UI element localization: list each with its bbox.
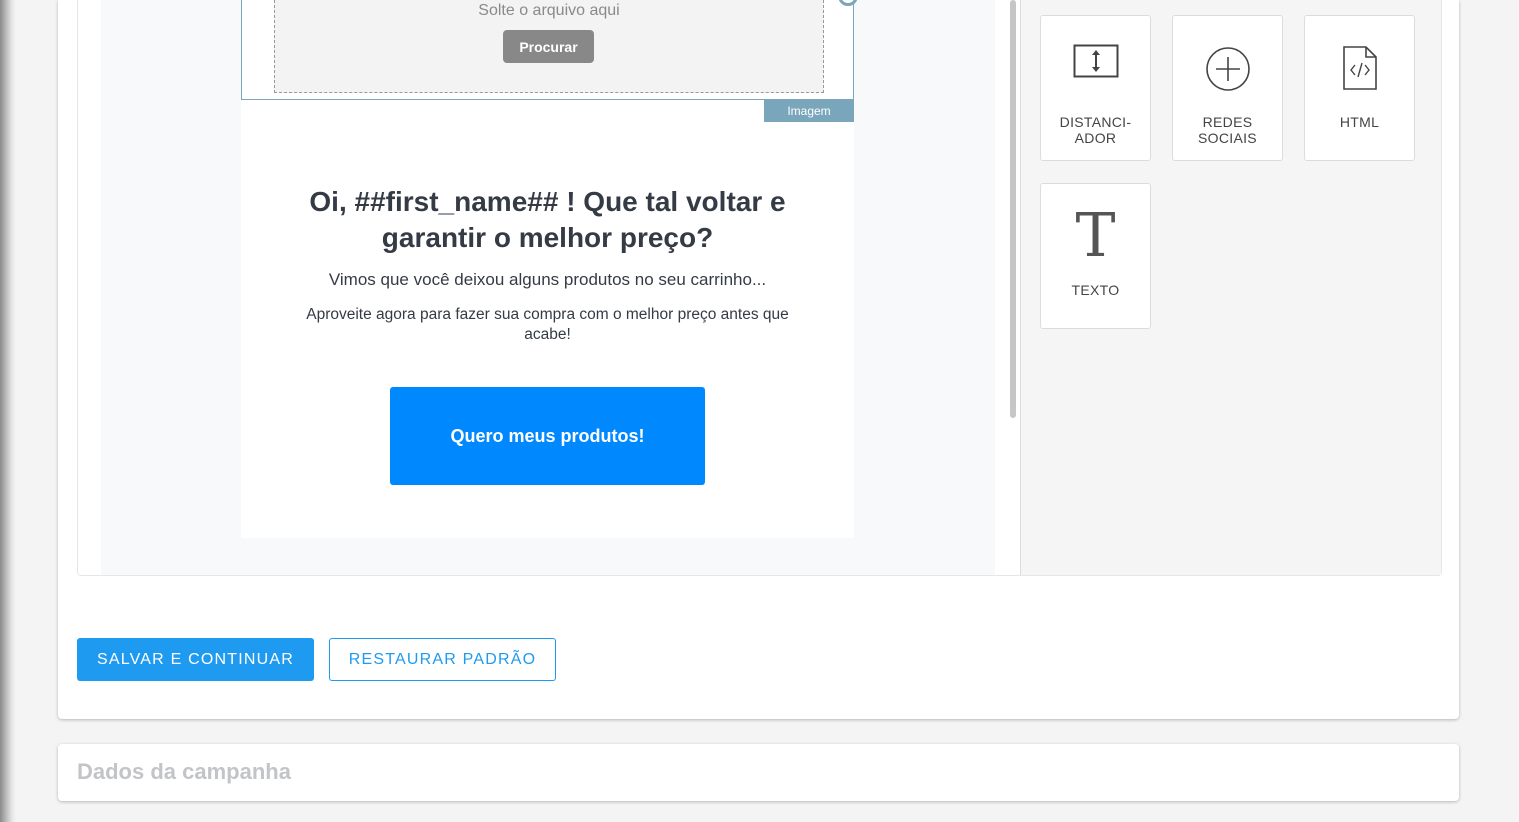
section-title: Dados da campanha [77, 759, 291, 784]
block-tile-html[interactable]: HTML [1304, 15, 1415, 161]
spacer-icon [1041, 44, 1150, 78]
blocks-panel: DISTANCI- ADOR REDES SOCIAIS HTML T TEXT… [1021, 0, 1441, 575]
image-dropzone[interactable]: Solte o arquivo aqui Procurar [274, 0, 824, 93]
restore-default-button[interactable]: RESTAURAR PADRÃO [329, 638, 556, 681]
dropzone-text: Solte o arquivo aqui [478, 2, 620, 19]
email-subtitle[interactable]: Vimos que você deixou alguns produtos no… [271, 270, 824, 290]
plus-circle-icon [1173, 46, 1282, 92]
save-continue-button[interactable]: SALVAR E CONTINUAR [77, 638, 314, 681]
email-headline[interactable]: Oi, ##first_name## ! Que tal voltar e ga… [271, 184, 824, 256]
editor-area: Solte o arquivo aqui Procurar Imagem Oi,… [77, 0, 1442, 576]
tile-label: TEXTO [1071, 282, 1120, 298]
block-tile-social[interactable]: REDES SOCIAIS [1172, 15, 1283, 161]
email-body-text[interactable]: Aproveite agora para fazer sua compra co… [281, 305, 814, 345]
email-editor-card: Solte o arquivo aqui Procurar Imagem Oi,… [58, 0, 1459, 719]
email-preview: Solte o arquivo aqui Procurar Imagem Oi,… [241, 0, 858, 538]
text-t-icon: T [1075, 201, 1116, 271]
browse-button[interactable]: Procurar [503, 30, 594, 63]
cta-button[interactable]: Quero meus produtos! [390, 387, 705, 485]
code-file-icon [1305, 46, 1414, 90]
campaign-data-section[interactable]: Dados da campanha [58, 744, 1459, 801]
block-drag-handle-icon[interactable] [838, 0, 858, 6]
tile-label: DISTANCI- ADOR [1059, 114, 1132, 146]
page-edge-shadow [0, 0, 16, 822]
block-tile-text[interactable]: T TEXTO [1040, 183, 1151, 329]
canvas-scrollbar[interactable] [1010, 0, 1016, 418]
block-type-tag: Imagem [764, 99, 854, 122]
tile-label: HTML [1339, 114, 1380, 130]
image-block-selected[interactable]: Solte o arquivo aqui Procurar [241, 0, 858, 100]
tile-label: REDES SOCIAIS [1198, 114, 1257, 146]
email-canvas: Solte o arquivo aqui Procurar Imagem Oi,… [101, 0, 995, 575]
block-tile-spacer[interactable]: DISTANCI- ADOR [1040, 15, 1151, 161]
